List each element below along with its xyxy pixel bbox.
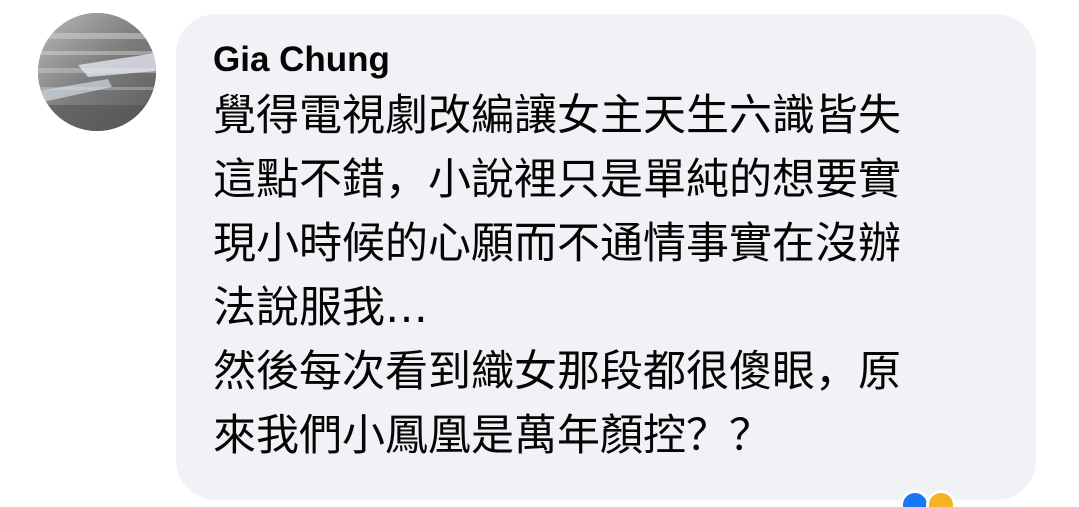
- comment-line: 覺得電視劇改編讓女主天生六識皆失: [213, 91, 901, 141]
- comment-screen: Gia Chung 覺得電視劇改編讓女主天生六識皆失 這點不錯，小說裡只是單純的…: [0, 0, 1079, 507]
- avatar[interactable]: [38, 13, 156, 131]
- comment-line: 來我們小鳳凰是萬年顏控？？: [213, 411, 772, 461]
- reaction-summary[interactable]: [900, 490, 956, 507]
- haha-icon: [926, 490, 956, 507]
- comment-line: 這點不錯，小說裡只是單純的想要實: [213, 155, 901, 205]
- comment-author[interactable]: Gia Chung: [213, 38, 1006, 82]
- comment-bubble: Gia Chung 覺得電視劇改編讓女主天生六識皆失 這點不錯，小說裡只是單純的…: [176, 14, 1036, 500]
- avatar-image: [38, 13, 156, 131]
- comment-line: 現小時候的心願而不通情事實在沒辦: [213, 219, 901, 269]
- comment-line: 然後每次看到織女那段都很傻眼，原: [213, 347, 901, 397]
- comment-line: 法說服我…: [213, 283, 428, 333]
